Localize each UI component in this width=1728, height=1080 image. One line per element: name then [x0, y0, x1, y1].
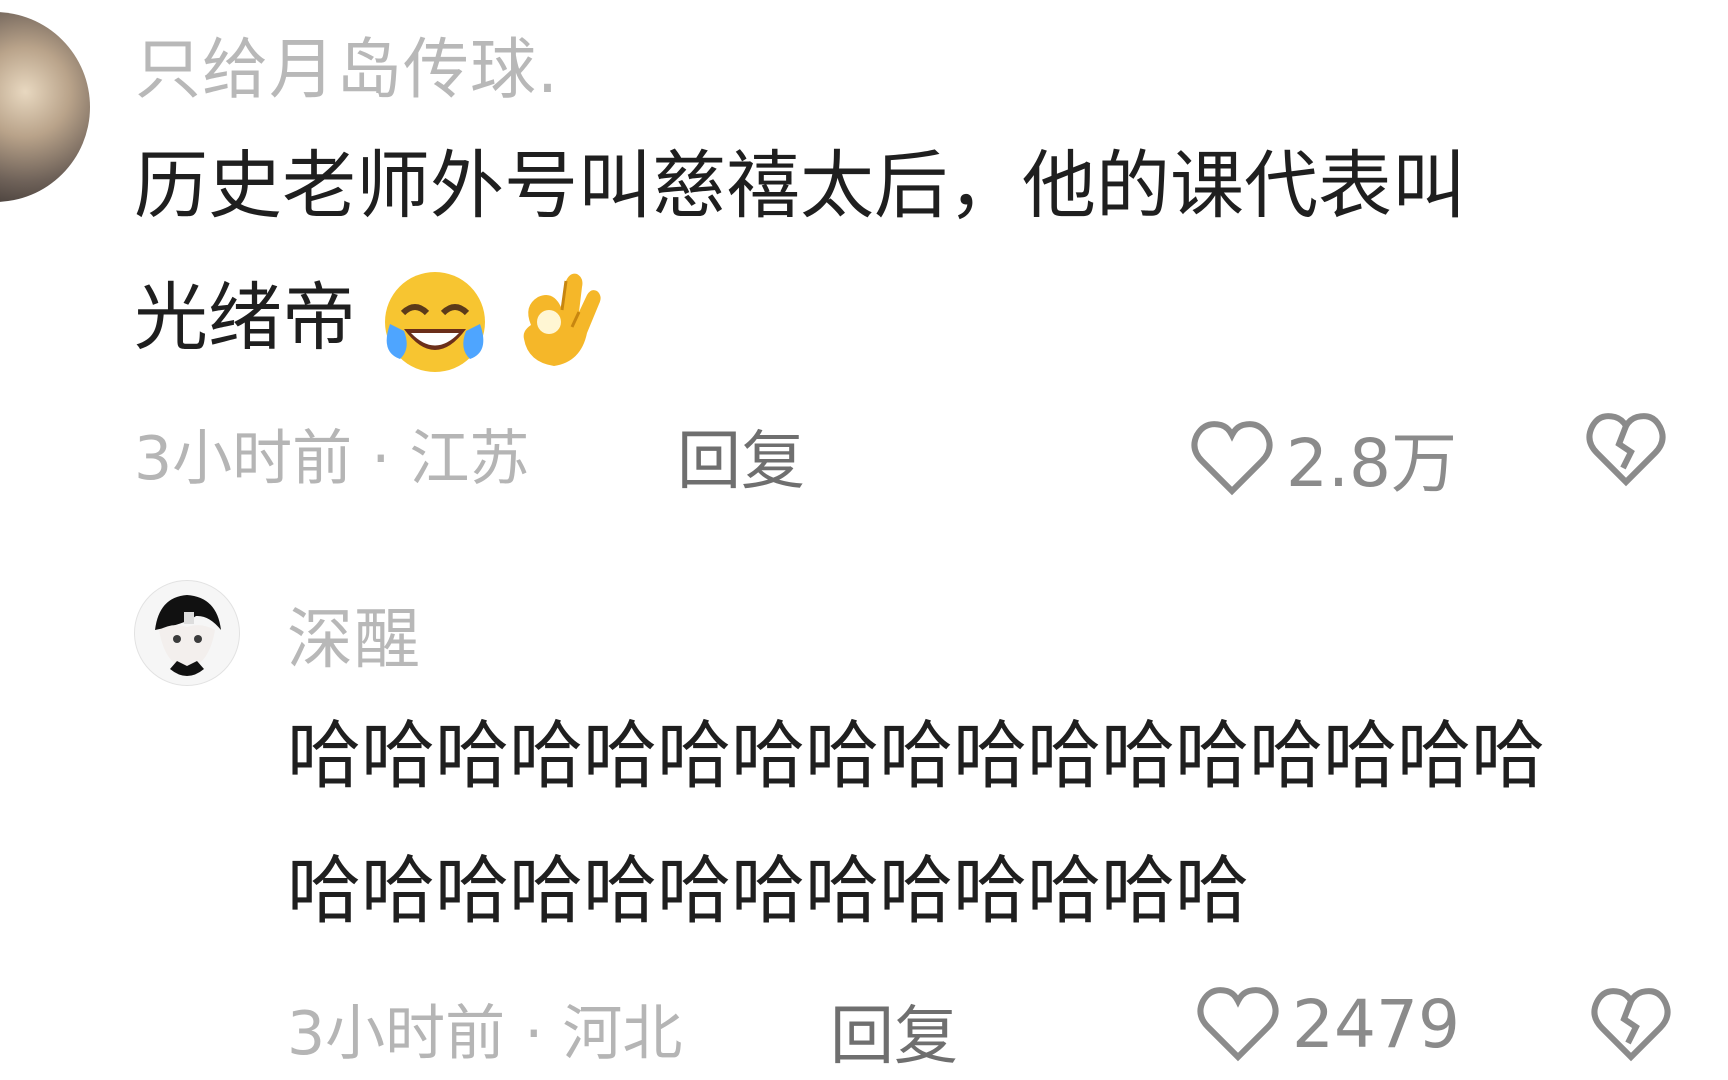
- broken-heart-icon: [1586, 413, 1666, 487]
- heart-icon: [1191, 421, 1273, 496]
- comment-text-line1: 历史老师外号叫慈禧太后，他的课代表叫: [134, 143, 1466, 229]
- laughing-crying-icon: [384, 272, 485, 373]
- reply-reply-button[interactable]: 回复: [830, 985, 958, 1077]
- like-button[interactable]: 2.8万: [1190, 410, 1457, 506]
- ok-hand-icon: [523, 274, 601, 367]
- reply-username[interactable]: 深醒: [287, 586, 421, 682]
- commenter-username[interactable]: 只给月岛传球.: [135, 16, 559, 112]
- reply-time-location: 3小时前 · 河北: [287, 999, 683, 1069]
- reply-like-button[interactable]: 2479: [1196, 985, 1460, 1063]
- broken-heart-icon: [1591, 988, 1671, 1062]
- reply-button[interactable]: 回复: [677, 410, 805, 502]
- reply-dislike-button[interactable]: [1590, 985, 1672, 1071]
- comment-time-location: 3小时前 · 江苏: [134, 424, 530, 494]
- comment-text-line2: 光绪帝: [134, 275, 356, 361]
- commenter-avatar[interactable]: [0, 12, 90, 202]
- reply-text-line1: 哈哈哈哈哈哈哈哈哈哈哈哈哈哈哈哈哈: [287, 713, 1545, 799]
- heart-icon: [1197, 987, 1279, 1062]
- reply-text-line2: 哈哈哈哈哈哈哈哈哈哈哈哈哈: [287, 848, 1249, 934]
- reply-like-count: 2479: [1292, 985, 1460, 1063]
- reply-commenter-avatar[interactable]: [134, 580, 240, 686]
- dislike-button[interactable]: [1585, 410, 1667, 496]
- comment-thread: 只给月岛传球. 历史老师外号叫慈禧太后，他的课代表叫 光绪帝 3小时前 · 江苏…: [0, 0, 1728, 1080]
- comment-text-line2-wrap: 光绪帝: [134, 252, 611, 384]
- anime-avatar-icon: [135, 581, 239, 685]
- like-count: 2.8万: [1286, 425, 1457, 502]
